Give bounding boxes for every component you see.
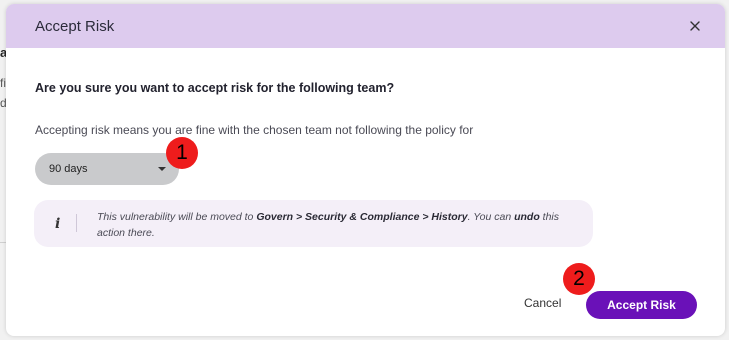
step-badge-2: 2 [563,263,595,295]
info-text-part: This vulnerability will be moved to [97,211,257,223]
duration-select[interactable]: 90 days [35,153,179,185]
accept-risk-button[interactable]: Accept Risk [586,291,697,319]
close-icon [690,21,700,31]
chevron-down-icon [158,167,166,171]
info-undo: undo [514,211,540,223]
duration-select-value: 90 days [49,163,88,175]
info-path: Govern > Security & Compliance > History [256,211,468,223]
dialog-question: Are you sure you want to accept risk for… [35,81,395,95]
accept-risk-dialog: Accept Risk Are you sure you want to acc… [6,4,725,336]
info-icon: i [55,216,61,232]
dialog-header: Accept Risk [6,4,725,48]
info-callout: i This vulnerability will be moved to Go… [34,200,593,247]
info-text: This vulnerability will be moved to Gove… [97,209,567,241]
close-button[interactable] [685,16,705,36]
info-divider [76,214,77,232]
dialog-title: Accept Risk [35,17,115,35]
dialog-description: Accepting risk means you are fine with t… [35,123,474,137]
info-text-part: . You can [467,211,515,223]
step-badge-1: 1 [166,137,198,169]
cancel-button[interactable]: Cancel [524,296,561,310]
